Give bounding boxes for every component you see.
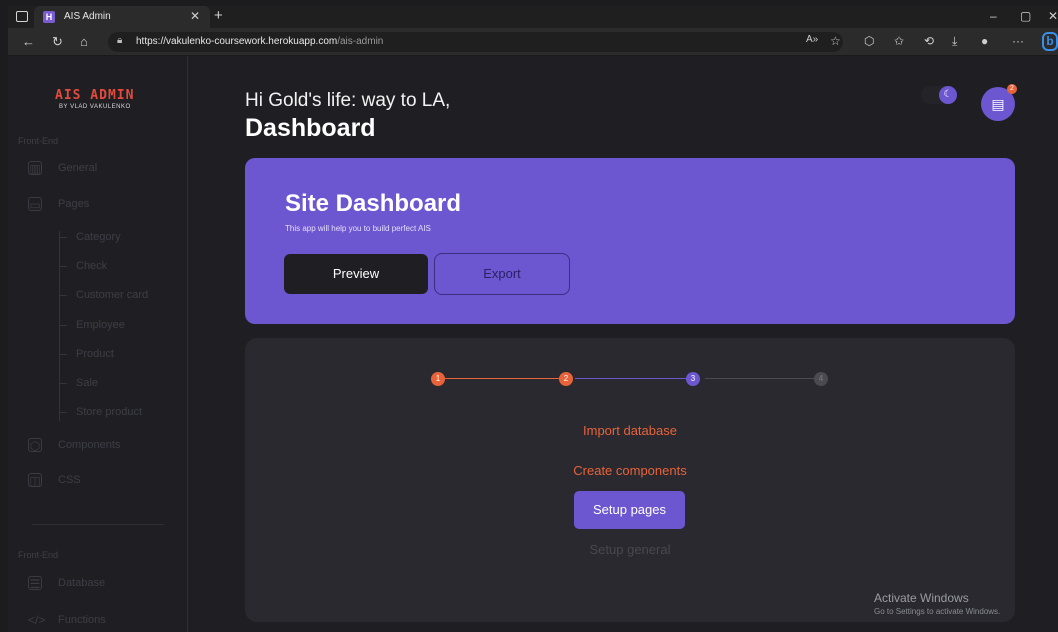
sidebar-item-label: Components <box>58 439 121 451</box>
sidebar-item-database[interactable]: ☰ Database <box>28 574 105 592</box>
extensions-icon[interactable]: ⬡ <box>864 34 874 48</box>
browser-window: H AIS Admin ✕ + – ▢ ✕ ← ↻ ⌂ 🔒︎ https://v… <box>8 6 1058 632</box>
activate-windows-watermark: Activate Windows <box>874 591 969 605</box>
export-button[interactable]: Export <box>434 253 570 295</box>
pages-icon: ▭ <box>28 197 42 212</box>
step-2[interactable]: 2 <box>559 372 573 386</box>
stepper-line-2 <box>575 378 695 379</box>
new-tab-icon[interactable]: + <box>214 7 223 24</box>
sidebar-divider <box>32 524 164 525</box>
sidebar-subitem-customer-card[interactable]: Customer card <box>59 288 148 302</box>
database-icon: ☰ <box>28 576 42 591</box>
step-create-components[interactable]: Create components <box>245 463 1015 478</box>
notification-badge: 2 <box>1007 84 1017 94</box>
history-icon[interactable]: ⟲ <box>924 34 934 48</box>
back-icon[interactable]: ← <box>22 34 35 49</box>
section-label-frontend-2: Front-End <box>18 550 59 560</box>
url-text: https://vakulenko-coursework.herokuapp.c… <box>136 36 384 47</box>
minimize-icon[interactable]: – <box>990 9 997 23</box>
code-icon: </> <box>28 613 46 627</box>
bing-icon[interactable]: b <box>1042 32 1058 51</box>
hero-title: Site Dashboard <box>285 190 462 217</box>
download-icon[interactable]: ⤓ <box>952 34 957 49</box>
sidebar-subitem-sale[interactable]: Sale <box>59 376 98 390</box>
favorites-icon[interactable]: ✩ <box>894 34 904 48</box>
sidebar-item-label: Database <box>58 577 106 589</box>
page: AIS ADMIN BY VLAD VAKULENKO Front-End ▥ … <box>8 56 1058 632</box>
close-tab-icon[interactable]: ✕ <box>190 9 200 23</box>
preview-button[interactable]: Preview <box>284 254 428 294</box>
close-window-icon[interactable]: ✕ <box>1048 9 1058 23</box>
sidebar-subitem-store-product[interactable]: Store product <box>59 405 142 419</box>
page-title: Dashboard <box>245 114 376 142</box>
sidebar-item-components[interactable]: ⬡ Components <box>28 436 120 454</box>
sidebar-item-label: Pages <box>58 198 90 210</box>
url-input[interactable]: 🔒︎ https://vakulenko-coursework.herokuap… <box>108 32 843 52</box>
step-4[interactable]: 4 <box>814 372 828 386</box>
stepper-line-1 <box>445 378 565 379</box>
read-aloud-icon[interactable]: A» <box>806 34 818 45</box>
favorite-add-icon[interactable]: ☆ <box>830 34 841 48</box>
hero-banner: Site Dashboard This app will help you to… <box>245 158 1015 324</box>
browser-tab[interactable]: H AIS Admin ✕ <box>34 6 210 28</box>
step-setup-general: Setup general <box>589 542 671 557</box>
sidebar-item-label: General <box>58 162 98 174</box>
theme-toggle[interactable]: ☾ <box>921 86 957 104</box>
sidebar-item-label: Functions <box>58 614 106 626</box>
sidebar: AIS ADMIN BY VLAD VAKULENKO Front-End ▥ … <box>8 56 188 632</box>
hero-subtitle: This app will help you to build perfect … <box>285 224 431 233</box>
tab-bar: H AIS Admin ✕ + – ▢ ✕ <box>8 6 1058 28</box>
components-icon: ⬡ <box>28 438 42 453</box>
book-icon: ▤ <box>991 96 1005 112</box>
tab-title: AIS Admin <box>64 11 111 22</box>
favicon-icon: H <box>43 11 55 23</box>
css-icon: ◫ <box>28 473 42 488</box>
step-1[interactable]: 1 <box>431 372 445 386</box>
moon-icon: ☾ <box>939 86 957 104</box>
setup-pages-button[interactable]: Setup pages <box>574 491 685 529</box>
sidebar-item-css[interactable]: ◫ CSS <box>28 471 81 489</box>
lock-icon: 🔒︎ <box>117 35 123 46</box>
tab-actions-icon[interactable] <box>16 11 28 22</box>
address-bar: ← ↻ ⌂ 🔒︎ https://vakulenko-coursework.he… <box>8 28 1058 56</box>
logo-subtitle: BY VLAD VAKULENKO <box>59 104 131 110</box>
maximize-icon[interactable]: ▢ <box>1020 9 1031 23</box>
logo[interactable]: AIS ADMIN <box>55 88 134 103</box>
sidebar-subitem-category[interactable]: Category <box>59 230 121 244</box>
greeting: Hi Gold's life: way to LA, <box>245 90 451 111</box>
refresh-icon[interactable]: ↻ <box>52 34 63 50</box>
section-label-frontend: Front-End <box>18 136 59 146</box>
chart-icon: ▥ <box>28 161 42 176</box>
sidebar-item-general[interactable]: ▥ General <box>28 159 97 177</box>
setup-card: 1 2 3 4 Import database Create component… <box>245 338 1015 622</box>
sidebar-item-label: CSS <box>58 474 81 486</box>
step-import-database[interactable]: Import database <box>245 423 1015 438</box>
sidebar-item-functions[interactable]: </> Functions <box>28 611 106 629</box>
home-icon[interactable]: ⌂ <box>80 34 88 49</box>
more-icon[interactable]: ··· <box>1012 34 1024 48</box>
step-3[interactable]: 3 <box>686 372 700 386</box>
profile-icon[interactable]: ● <box>981 34 988 48</box>
sidebar-item-pages[interactable]: ▭ Pages <box>28 195 89 213</box>
sidebar-subitem-check[interactable]: Check <box>59 259 107 273</box>
activate-windows-subtitle: Go to Settings to activate Windows. <box>874 607 1001 616</box>
sidebar-subitem-product[interactable]: Product <box>59 347 114 361</box>
sidebar-subitem-employee[interactable]: Employee <box>59 318 125 332</box>
stepper-line-3 <box>705 378 823 379</box>
